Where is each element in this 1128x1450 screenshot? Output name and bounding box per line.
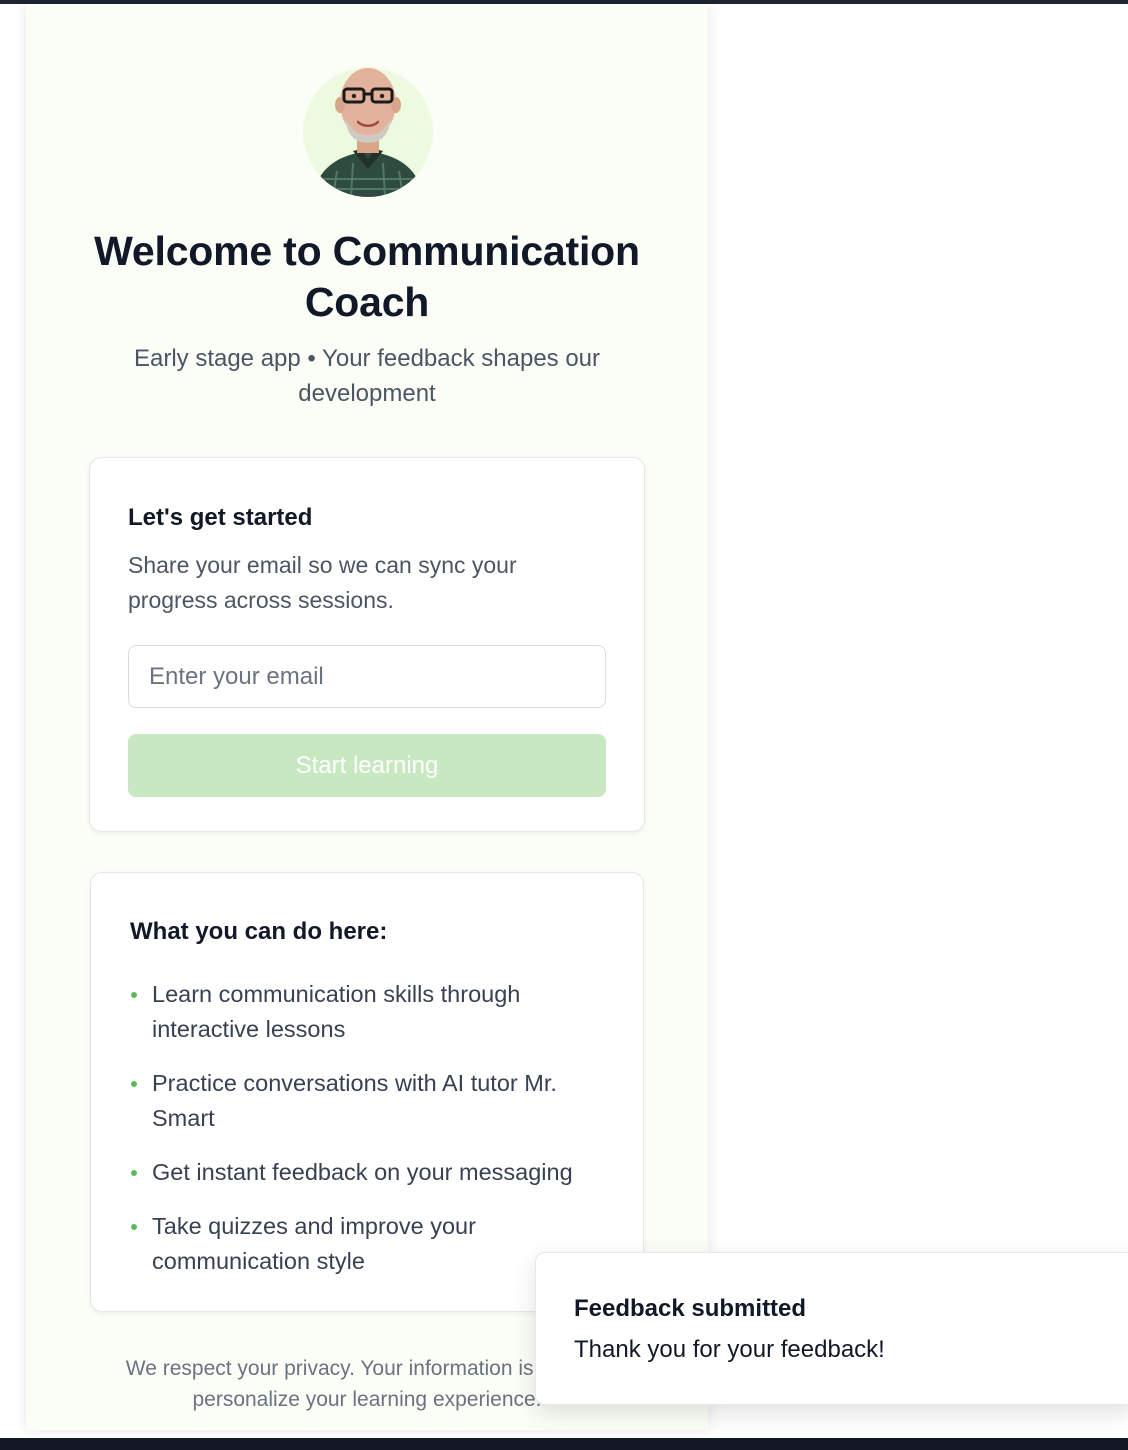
start-learning-button[interactable]: Start learning: [128, 734, 606, 797]
toast-message: Thank you for your feedback!: [574, 1336, 885, 1363]
feedback-toast[interactable]: Feedback submitted Thank you for your fe…: [535, 1252, 1128, 1405]
signup-heading: Let's get started: [128, 504, 313, 531]
coach-avatar: [303, 67, 433, 197]
bullet-icon: [131, 1081, 137, 1087]
onboarding-panel: Welcome to Communication Coach Early sta…: [26, 4, 708, 1430]
features-heading: What you can do here:: [130, 918, 388, 945]
bottom-border: [0, 1438, 1128, 1450]
feature-item: Get instant feedback on your messaging: [130, 1155, 610, 1190]
signup-description: Share your email so we can sync your pro…: [128, 552, 517, 613]
feature-label: Get instant feedback on your messaging: [152, 1159, 573, 1185]
bullet-icon: [131, 1170, 137, 1176]
feature-label: Take quizzes and improve your communicat…: [152, 1213, 476, 1274]
bullet-icon: [131, 992, 137, 998]
page-subtitle: Early stage app • Your feedback shapes o…: [133, 345, 601, 407]
feature-list: Learn communication skills through inter…: [130, 977, 610, 1298]
toast-title: Feedback submitted: [574, 1295, 807, 1322]
page-title: Welcome to Communication Coach: [94, 228, 640, 325]
feature-label: Practice conversations with AI tutor Mr.…: [152, 1070, 557, 1131]
email-input[interactable]: [128, 645, 606, 708]
signup-card: Let's get started Share your email so we…: [89, 457, 645, 832]
feature-item: Practice conversations with AI tutor Mr.…: [130, 1066, 610, 1136]
bullet-icon: [131, 1224, 137, 1230]
features-card: What you can do here: Learn communicatio…: [90, 872, 644, 1312]
feature-label: Learn communication skills through inter…: [152, 981, 521, 1042]
feature-item: Learn communication skills through inter…: [130, 977, 610, 1047]
